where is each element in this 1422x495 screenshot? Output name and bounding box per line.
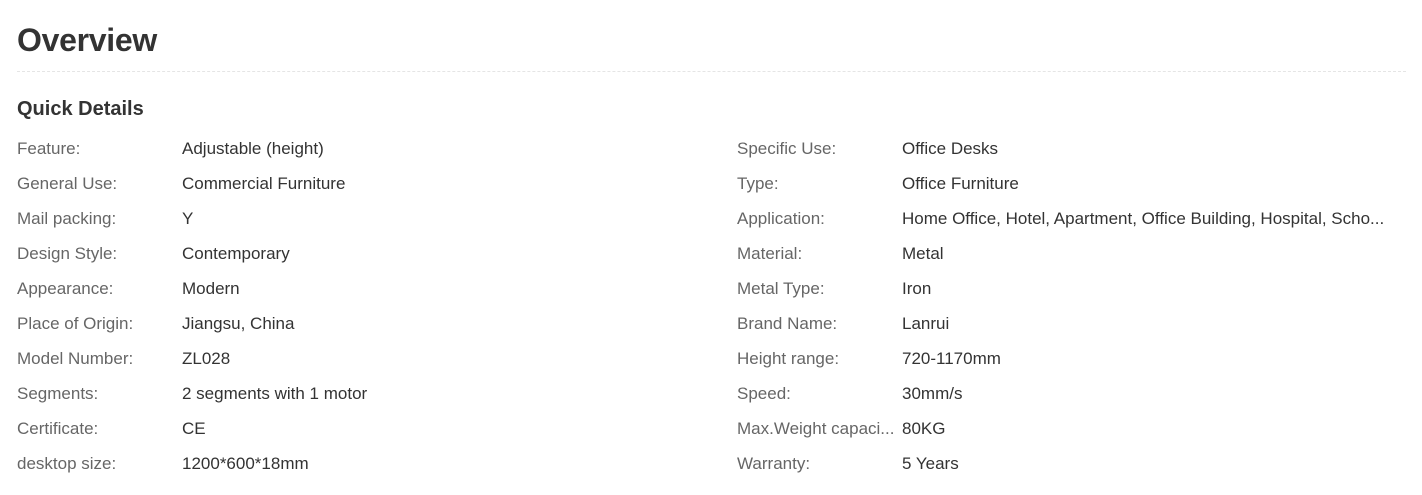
detail-value: Office Desks [902, 139, 999, 158]
detail-row: Place of Origin: Jiangsu, China [17, 306, 717, 341]
details-column-right: Specific Use: Office Desks Type: Office … [737, 131, 1406, 481]
detail-label: General Use: [17, 174, 118, 193]
detail-value: Office Furniture [902, 174, 1019, 193]
detail-label: Feature: [17, 139, 81, 158]
detail-label: Specific Use: [737, 139, 837, 158]
detail-value: Commercial Furniture [182, 174, 346, 193]
page-title: Overview [17, 22, 157, 58]
detail-row: Mail packing: Y [17, 201, 717, 236]
detail-label: Max.Weight capaci... [737, 419, 895, 438]
detail-row: Material: Metal [737, 236, 1406, 271]
detail-row: Height range: 720-1170mm [737, 341, 1406, 376]
detail-value: Y [182, 209, 194, 228]
detail-label: Metal Type: [737, 279, 825, 298]
detail-label: Model Number: [17, 349, 134, 368]
detail-row: Model Number: ZL028 [17, 341, 717, 376]
detail-value: ZL028 [182, 349, 231, 368]
detail-label: Warranty: [737, 454, 811, 473]
detail-label: Speed: [737, 384, 791, 403]
detail-value: Modern [182, 279, 240, 298]
detail-label: Place of Origin: [17, 314, 134, 333]
detail-value: 80KG [902, 419, 946, 438]
detail-label: Type: [737, 174, 779, 193]
detail-value: 1200*600*18mm [182, 454, 309, 473]
detail-label: Design Style: [17, 244, 118, 263]
detail-row: Certificate: CE [17, 411, 717, 446]
detail-label: Segments: [17, 384, 99, 403]
detail-row: Max.Weight capaci... 80KG [737, 411, 1406, 446]
detail-value: Lanrui [902, 314, 950, 333]
detail-row: Speed: 30mm/s [737, 376, 1406, 411]
detail-value: 5 Years [902, 454, 959, 473]
detail-value: 720-1170mm [902, 349, 1001, 368]
detail-label: Certificate: [17, 419, 99, 438]
detail-label: Height range: [737, 349, 840, 368]
detail-label: Application: [737, 209, 825, 228]
detail-label: Material: [737, 244, 803, 263]
detail-value: Iron [902, 279, 932, 298]
detail-value: Metal [902, 244, 944, 263]
detail-row: desktop size: 1200*600*18mm [17, 446, 717, 481]
detail-row: Design Style: Contemporary [17, 236, 717, 271]
section-title-quick-details: Quick Details [17, 98, 144, 120]
detail-label: Appearance: [17, 279, 114, 298]
detail-value: Jiangsu, China [182, 314, 295, 333]
detail-row: Metal Type: Iron [737, 271, 1406, 306]
detail-row: Type: Office Furniture [737, 166, 1406, 201]
detail-row: Feature: Adjustable (height) [17, 131, 717, 166]
detail-row: Specific Use: Office Desks [737, 131, 1406, 166]
detail-value: Home Office, Hotel, Apartment, Office Bu… [902, 209, 1385, 228]
detail-row: Application: Home Office, Hotel, Apartme… [737, 201, 1406, 236]
detail-value: Adjustable (height) [182, 139, 324, 158]
detail-row: Segments: 2 segments with 1 motor [17, 376, 717, 411]
detail-label: Mail packing: [17, 209, 117, 228]
detail-row: Warranty: 5 Years [737, 446, 1406, 481]
detail-value: 2 segments with 1 motor [182, 384, 368, 403]
detail-label: desktop size: [17, 454, 117, 473]
detail-row: Brand Name: Lanrui [737, 306, 1406, 341]
detail-value: Contemporary [182, 244, 290, 263]
title-divider [17, 71, 1406, 72]
detail-row: General Use: Commercial Furniture [17, 166, 717, 201]
detail-value: 30mm/s [902, 384, 963, 403]
detail-row: Appearance: Modern [17, 271, 717, 306]
details-column-left: Feature: Adjustable (height) General Use… [17, 131, 717, 481]
detail-value: CE [182, 419, 206, 438]
detail-label: Brand Name: [737, 314, 838, 333]
